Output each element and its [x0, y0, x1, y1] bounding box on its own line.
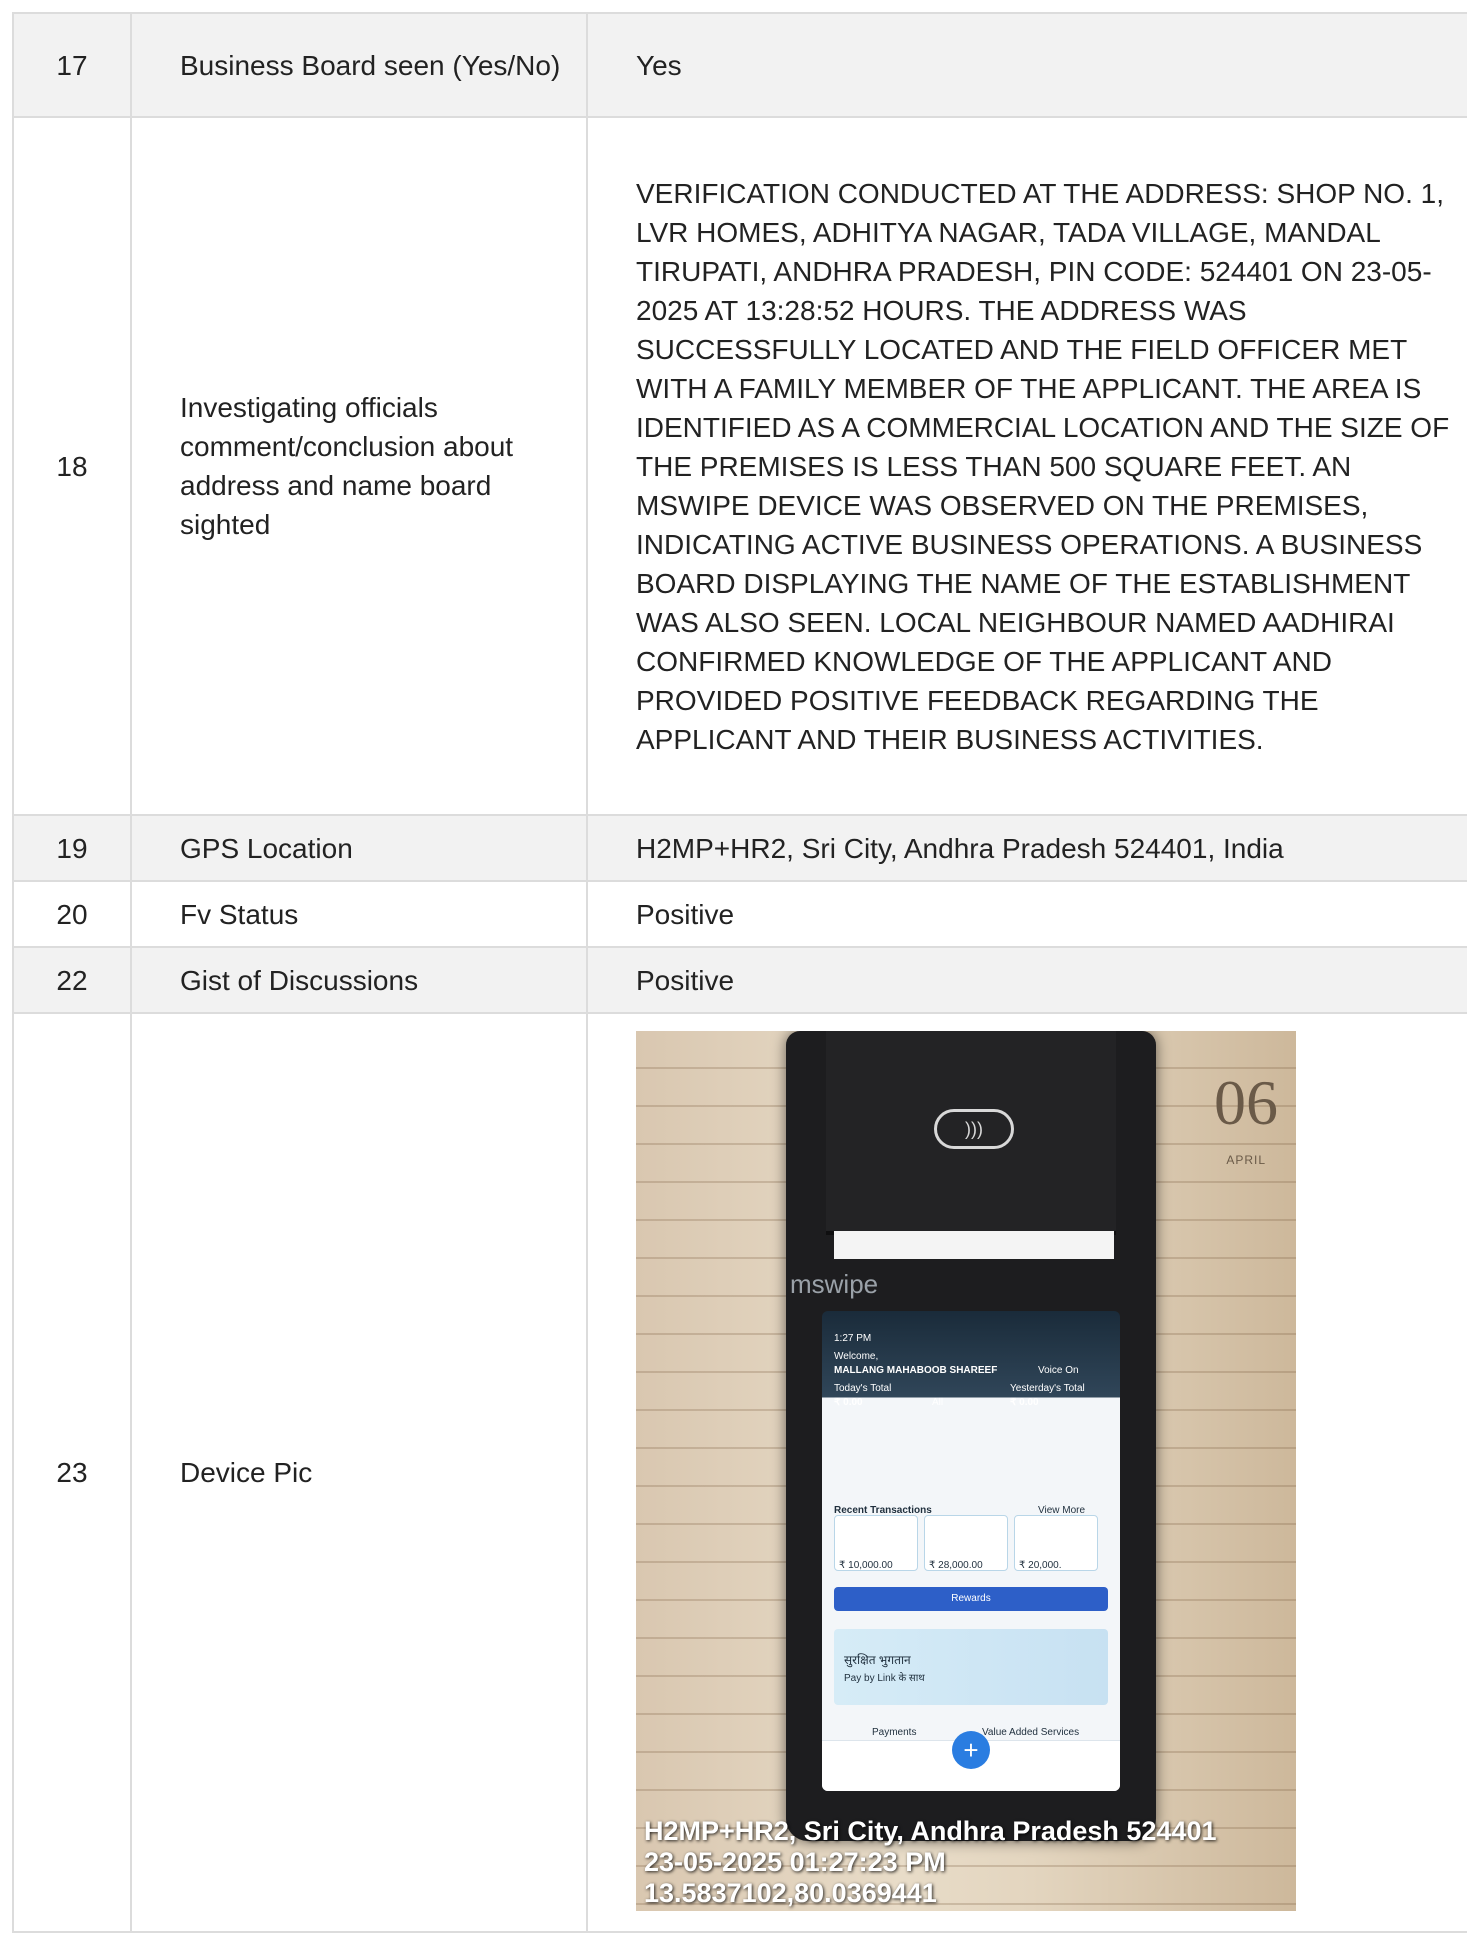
- nav-reports: Reports: [888, 1775, 916, 1791]
- row-number: 17: [12, 12, 132, 118]
- table-row: 17 Business Board seen (Yes/No) Yes: [12, 12, 1467, 118]
- nav-home: Home: [834, 1775, 855, 1791]
- screen-rewards: Rewards: [834, 1587, 1108, 1611]
- calendar-day: 06: [1214, 1067, 1278, 1138]
- pos-terminal: ))) mswipe 1:27 PM Welcome, MALLANG MAHA…: [786, 1031, 1156, 1841]
- field-label: Investigating officials comment/conclusi…: [130, 116, 588, 816]
- field-value: Positive: [586, 880, 1467, 948]
- screen-yesterday-value: ₹ 0.00: [1010, 1397, 1039, 1408]
- row-number: 18: [12, 116, 132, 816]
- screen-filter: All: [932, 1397, 944, 1408]
- banner-subtitle: Pay by Link के साथ: [844, 1673, 925, 1684]
- screen-today-value: ₹ 0.00: [834, 1397, 863, 1408]
- table-row: 19 GPS Location H2MP+HR2, Sri City, Andh…: [12, 814, 1467, 882]
- verification-table: 17 Business Board seen (Yes/No) Yes 18 I…: [12, 12, 1467, 1933]
- geotag-timestamp: 23-05-2025 01:27:23 PM: [644, 1847, 946, 1877]
- field-value: VERIFICATION CONDUCTED AT THE ADDRESS: S…: [586, 116, 1467, 816]
- field-value: Positive: [586, 946, 1467, 1014]
- officer-comment: VERIFICATION CONDUCTED AT THE ADDRESS: S…: [636, 177, 1450, 755]
- txn-card: ₹ 10,000.00: [834, 1515, 918, 1571]
- row-number: 20: [12, 880, 132, 948]
- field-label: Business Board seen (Yes/No): [130, 12, 588, 118]
- printer-head: ))): [826, 1031, 1116, 1235]
- screen-banner: सुरक्षित भुगतान Pay by Link के साथ: [834, 1629, 1108, 1705]
- row-number: 23: [12, 1012, 132, 1933]
- nav-profile: Profile: [1078, 1775, 1101, 1791]
- field-value: 06 APRIL ))) mswipe 1:27 PM Welcome, MAL…: [586, 1012, 1467, 1933]
- row-number: 22: [12, 946, 132, 1014]
- field-label: Gist of Discussions: [130, 946, 588, 1014]
- geotag-address: H2MP+HR2, Sri City, Andhra Pradesh 52440…: [644, 1816, 1217, 1846]
- field-value: Yes: [586, 12, 1467, 118]
- device-photo: 06 APRIL ))) mswipe 1:27 PM Welcome, MAL…: [636, 1031, 1296, 1911]
- table-row: 18 Investigating officials comment/concl…: [12, 116, 1467, 816]
- receipt-paper: [834, 1231, 1114, 1259]
- field-label: Fv Status: [130, 880, 588, 948]
- geotag-coordinates: 13.5837102,80.0369441: [644, 1878, 937, 1908]
- geotag-overlay: H2MP+HR2, Sri City, Andhra Pradesh 52440…: [644, 1816, 1216, 1909]
- txn-card: ₹ 20,000.: [1014, 1515, 1098, 1571]
- field-label: GPS Location: [130, 814, 588, 882]
- plus-icon: +: [952, 1731, 990, 1769]
- field-value: H2MP+HR2, Sri City, Andhra Pradesh 52440…: [586, 814, 1467, 882]
- device-screen: 1:27 PM Welcome, MALLANG MAHABOOB SHAREE…: [822, 1311, 1120, 1791]
- table-row: 22 Gist of Discussions Positive: [12, 946, 1467, 1014]
- row-number: 19: [12, 814, 132, 882]
- table-row: 20 Fv Status Positive: [12, 880, 1467, 948]
- txn-card: ₹ 28,000.00: [924, 1515, 1008, 1571]
- table-row: 23 Device Pic 06 APRIL ))) mswipe 1:27 P…: [12, 1012, 1467, 1933]
- calendar-month: APRIL: [1226, 1153, 1266, 1167]
- nav-support: Support: [1018, 1775, 1046, 1791]
- brand-logo: mswipe: [790, 1269, 879, 1299]
- field-label: Device Pic: [130, 1012, 588, 1933]
- contactless-icon: ))): [934, 1109, 1014, 1149]
